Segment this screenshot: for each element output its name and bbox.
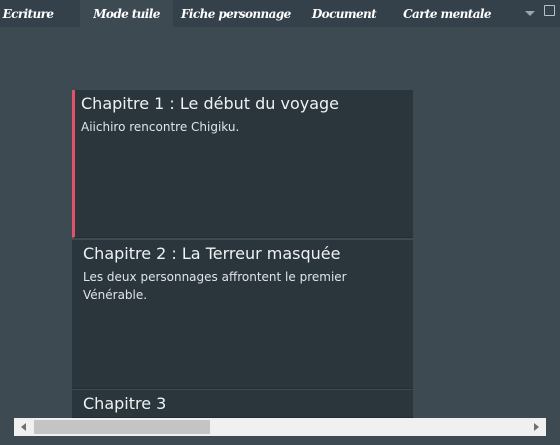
horizontal-scrollbar[interactable] bbox=[14, 418, 546, 436]
tile-title: Chapitre 3 bbox=[83, 394, 167, 413]
tab-carte-mentale[interactable]: Carte mentale bbox=[402, 0, 492, 27]
tab-document[interactable]: Document bbox=[309, 0, 379, 27]
scroll-right-icon[interactable] bbox=[534, 423, 539, 431]
tab-fiche-personnage[interactable]: Fiche personnage bbox=[181, 0, 291, 27]
tile-title: Chapitre 2 : La Terreur masquée bbox=[83, 244, 341, 263]
tile-summary: Aiichiro rencontre Chigiku. bbox=[81, 120, 240, 134]
tile-summary: Les deux personnages affrontent le premi… bbox=[83, 270, 347, 302]
tile-title: Chapitre 1 : Le début du voyage bbox=[81, 94, 340, 113]
tab-bar: Ecriture Mode tuile Fiche personnage Doc… bbox=[0, 0, 560, 27]
scroll-left-icon[interactable] bbox=[21, 423, 26, 431]
chapter-tile-2[interactable]: Chapitre 2 : La Terreur masquée Les deux… bbox=[72, 240, 413, 389]
chapter-tile-1[interactable]: Chapitre 1 : Le début du voyage Aiichiro… bbox=[72, 90, 413, 238]
tab-ecriture[interactable]: Ecriture bbox=[0, 0, 56, 27]
chapter-tile-3[interactable]: Chapitre 3 bbox=[72, 390, 413, 418]
tab-mode-tuile[interactable]: Mode tuile bbox=[80, 0, 173, 27]
scrollbar-thumb[interactable] bbox=[34, 420, 210, 434]
chevron-down-icon[interactable] bbox=[525, 11, 535, 16]
maximize-icon[interactable] bbox=[544, 5, 555, 16]
